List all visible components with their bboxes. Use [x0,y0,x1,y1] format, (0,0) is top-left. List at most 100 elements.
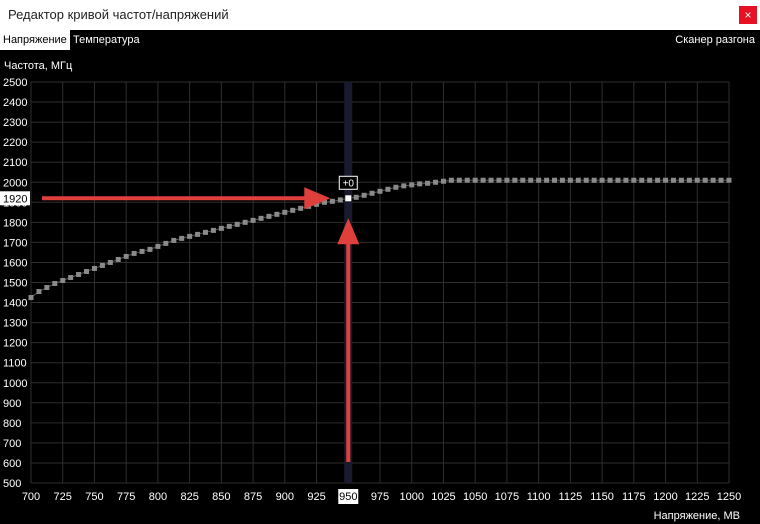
curve-point [147,246,153,252]
curve-point [464,177,470,183]
curve-point [195,231,201,237]
curve-point [559,177,565,183]
curve-point [520,177,526,183]
curve-point [401,183,407,189]
curve-point [282,209,288,215]
curve-point [710,177,716,183]
curve-point [91,265,97,271]
curve-point [528,177,534,183]
y-tick-label: 2000 [3,177,27,189]
x-tick-label: 1025 [431,491,455,503]
curve-point [234,221,240,227]
curve-point [337,197,343,203]
x-tick-label: 850 [212,491,230,503]
curve-point [480,177,486,183]
curve-point [440,178,446,184]
x-tick-label: 1000 [399,491,423,503]
y-tick-label: 1600 [3,257,27,269]
x-tick-label: 750 [85,491,103,503]
curve-point [488,177,494,183]
y-tick-label: 1500 [3,278,27,290]
curve-point [377,188,383,194]
curve-point [678,177,684,183]
curve-point [361,192,367,198]
x-tick-label: 1050 [463,491,487,503]
curve-point [655,177,661,183]
curve-point [512,177,518,183]
curve-point [163,240,169,246]
x-tick-label: 975 [371,491,389,503]
selected-voltage-label: 950 [339,491,357,503]
curve-point [44,285,50,291]
x-tick-label: 775 [117,491,135,503]
curve-point [639,177,645,183]
tab-temperature[interactable]: Температура [70,30,143,50]
curve-point [210,227,216,233]
curve-point [187,233,193,239]
curve-point [599,177,605,183]
curve-point [575,177,581,183]
curve-point [329,198,335,204]
curve-point [258,215,264,221]
curve-point [702,177,708,183]
curve-point [155,243,161,249]
curve-point [536,177,542,183]
y-tick-label: 700 [3,438,21,450]
curve-point [718,177,724,183]
curve-point [226,223,232,229]
curve-point [694,177,700,183]
overclock-scanner-button[interactable]: Сканер разгона [672,30,758,50]
y-axis-label: Частота, МГц [4,60,73,72]
y-tick-label: 500 [3,478,21,490]
curve-point [583,177,589,183]
y-tick-label: 2400 [3,97,27,109]
frequency-voltage-chart[interactable]: +0 500 600 700 800 900 1000 1100 1200 1300 1400 15… [0,50,760,524]
curve-point [131,250,137,256]
x-tick-label: 875 [244,491,262,503]
x-tick-label: 1125 [559,491,583,503]
y-tick-label: 2300 [3,117,27,129]
curve-point [591,177,597,183]
curve-point [472,177,478,183]
curve-point [115,256,121,262]
y-tick-label: 900 [3,398,21,410]
curve-point [552,177,557,183]
curve-point [107,259,113,265]
curve-point [607,177,613,183]
curve-point [544,177,550,183]
y-tick-label: 1700 [3,237,27,249]
tab-bar: Напряжение Температура Сканер разгона [0,30,760,50]
curve-point [99,262,105,268]
curve-point [631,177,637,183]
y-tick-label: 2200 [3,137,27,149]
x-tick-label: 900 [276,491,294,503]
y-tick-label: 1800 [3,217,27,229]
close-button[interactable]: × [739,6,757,24]
curve-point [686,177,692,183]
curve-point [242,219,248,225]
curve-point [567,177,573,183]
title-bar: Редактор кривой частот/напряжений × [0,0,760,30]
curve-point [298,205,304,211]
curve-point [218,225,224,231]
y-tick-label: 1400 [3,298,27,310]
y-tick-label: 2500 [3,77,27,89]
curve-point [393,184,399,190]
y-tick-label: 1000 [3,378,27,390]
x-axis-tick-labels: 700 725 750 775 800 825 850 875 900 925 975 1000 102… [22,489,741,504]
y-tick-label: 600 [3,458,21,470]
tab-voltage[interactable]: Напряжение [0,30,70,50]
curve-point [28,295,34,301]
curve-point [369,190,375,196]
x-tick-label: 1200 [653,491,677,503]
curve-point [76,271,82,277]
y-tick-label: 1300 [3,318,27,330]
curve-point [670,177,676,183]
y-tick-label: 1200 [3,338,27,350]
x-tick-label: 700 [22,491,40,503]
curve-point [250,217,256,223]
x-tick-label: 1075 [495,491,519,503]
x-tick-label: 825 [180,491,198,503]
curve-point [433,179,439,185]
curve-point [647,177,653,183]
